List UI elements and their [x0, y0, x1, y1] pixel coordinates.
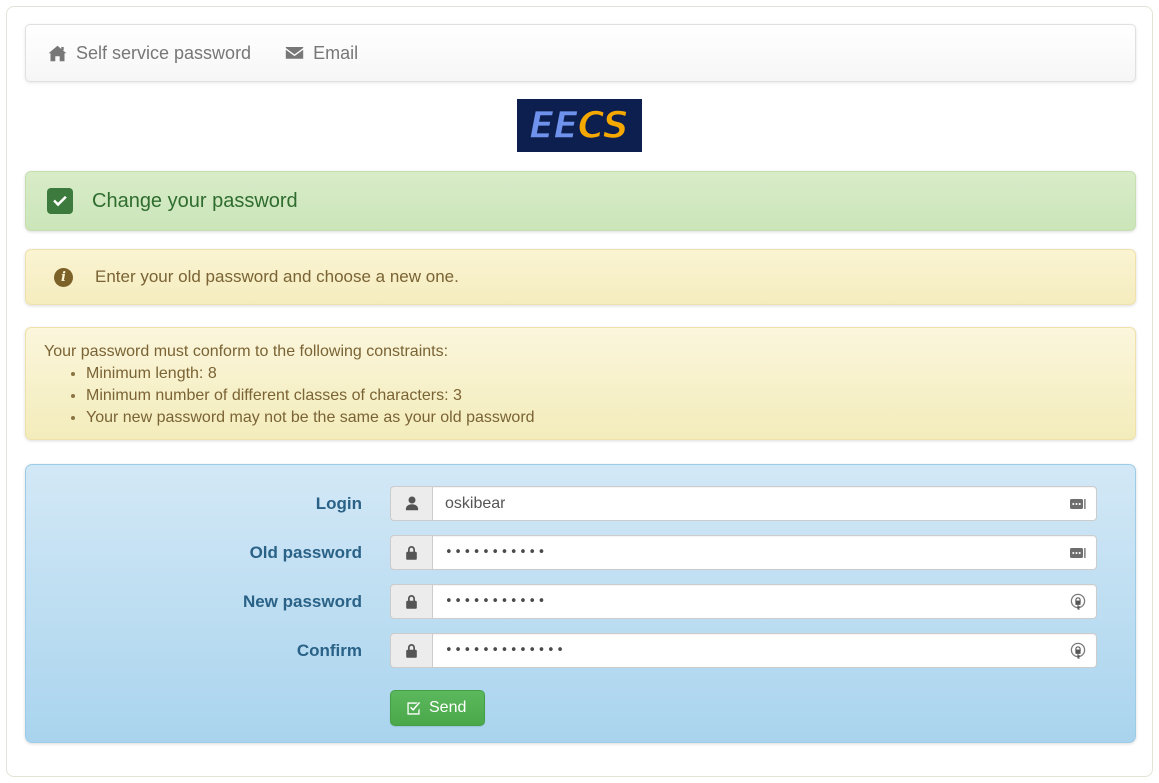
new-password-input[interactable]: •••••••••••	[432, 584, 1097, 619]
info-alert-text: Enter your old password and choose a new…	[95, 267, 459, 286]
info-alert: i Enter your old password and choose a n…	[25, 249, 1136, 305]
logo-text-ee: EE	[528, 104, 579, 147]
lock-icon	[390, 633, 432, 668]
nav-item-label: Email	[313, 43, 359, 63]
navbar: Self service password Email	[25, 24, 1136, 82]
constraint-item: Minimum length: 8	[86, 365, 1115, 383]
confirm-input-value: •••••••••••••	[445, 643, 566, 658]
old-password-input-group: •••••••••••	[390, 535, 1097, 570]
form-row-submit: Send	[26, 675, 1135, 735]
form-row-old-password: Old password •••••••••••	[26, 528, 1135, 577]
login-input-value: oskibear	[445, 494, 506, 512]
send-button[interactable]: Send	[390, 690, 486, 726]
envelope-icon	[285, 46, 304, 60]
home-icon	[48, 45, 67, 62]
logo-container: EECS	[8, 99, 1151, 152]
change-password-header-panel: Change your password	[25, 171, 1136, 231]
info-circle-icon: i	[54, 267, 73, 287]
new-password-input-value: •••••••••••	[445, 594, 547, 609]
nav-item-self-service-password[interactable]: Self service password	[48, 44, 251, 62]
constraint-item: Your new password may not be the same as…	[86, 409, 1115, 427]
generate-password-icon[interactable]	[1069, 642, 1087, 660]
check-square-icon	[47, 188, 73, 214]
new-password-input-group: •••••••••••	[390, 584, 1097, 619]
show-password-icon[interactable]	[1069, 545, 1087, 560]
login-label: Login	[315, 493, 362, 513]
confirm-input-group: •••••••••••••	[390, 633, 1097, 668]
navbar-items: Self service password Email	[26, 25, 1135, 81]
page-title: Change your password	[92, 189, 298, 212]
new-password-label: New password	[242, 591, 362, 611]
old-password-label: Old password	[249, 542, 362, 562]
nav-item-label: Self service password	[76, 43, 252, 63]
form-row-new-password: New password •••••••••••	[26, 577, 1135, 626]
old-password-input[interactable]: •••••••••••	[432, 535, 1097, 570]
login-input[interactable]: oskibear	[432, 486, 1097, 521]
send-button-label: Send	[429, 699, 467, 716]
confirm-label: Confirm	[296, 640, 362, 660]
user-icon	[390, 486, 432, 521]
generate-password-icon[interactable]	[1069, 593, 1087, 611]
form-row-confirm: Confirm •••••••••••••	[26, 626, 1135, 675]
constraint-item: Minimum number of different classes of c…	[86, 387, 1115, 405]
password-constraints-panel: Your password must conform to the follow…	[25, 327, 1136, 440]
show-password-icon[interactable]	[1069, 496, 1087, 511]
confirm-input[interactable]: •••••••••••••	[432, 633, 1097, 668]
login-input-group: oskibear	[390, 486, 1097, 521]
page-frame: Self service password Email EECS Change …	[6, 6, 1153, 777]
constraints-intro: Your password must conform to the follow…	[44, 343, 449, 360]
eecs-logo: EECS	[516, 99, 643, 152]
check-square-outline-icon	[406, 701, 421, 716]
form-row-login: Login oskibear	[26, 479, 1135, 528]
logo-text-cs: CS	[577, 104, 630, 147]
page-inner: Self service password Email EECS Change …	[8, 8, 1151, 775]
lock-icon	[390, 535, 432, 570]
change-password-form: Login oskibear Old password ••••••••••• …	[25, 464, 1136, 743]
lock-icon	[390, 584, 432, 619]
constraints-list: Minimum length: 8 Minimum number of diff…	[44, 365, 1115, 427]
nav-item-email[interactable]: Email	[285, 44, 358, 62]
old-password-input-value: •••••••••••	[445, 545, 547, 560]
